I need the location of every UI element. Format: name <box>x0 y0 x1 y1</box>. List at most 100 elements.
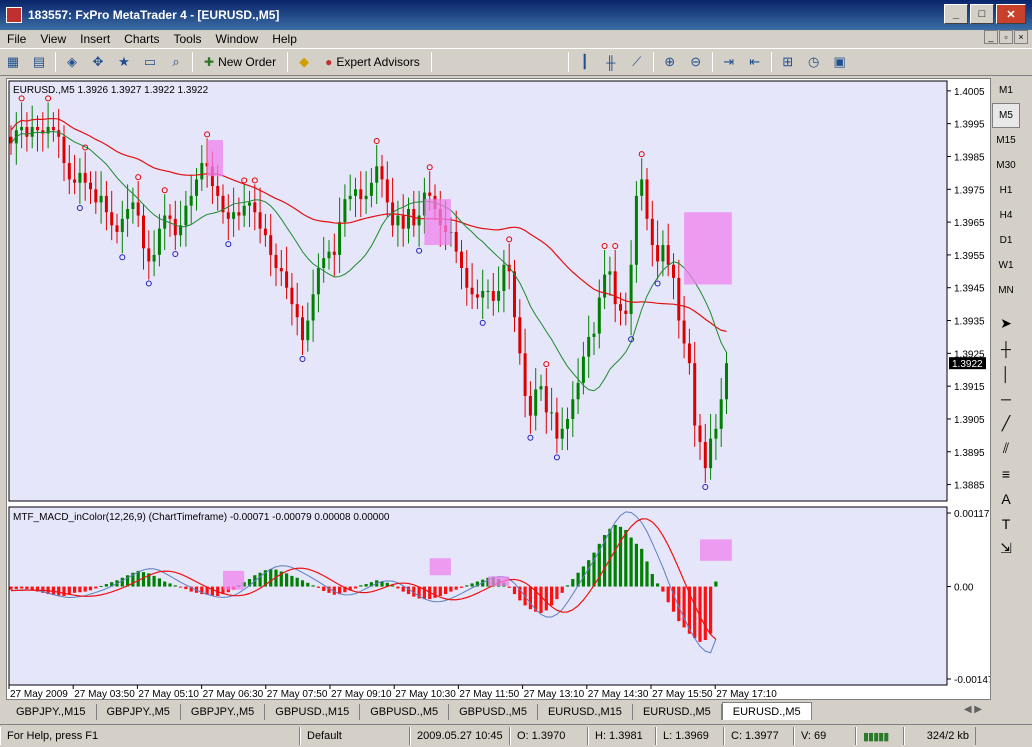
candle-body <box>454 231 458 252</box>
macd-histogram-bar <box>613 524 617 587</box>
timeframe-h1[interactable]: H1 <box>992 178 1020 203</box>
arrows-icon[interactable]: ⇲ <box>992 536 1020 561</box>
status-bar: For Help, press F1 Default 2009.05.27 10… <box>0 724 1032 747</box>
templates-icon[interactable]: ▣ <box>829 51 851 73</box>
candle-body <box>698 425 702 442</box>
macd-histogram-bar <box>295 577 299 587</box>
status-close: C: 1.3977 <box>724 727 794 745</box>
chart-tab[interactable]: GBPUSD.,M15 <box>265 704 361 720</box>
timeframe-mn[interactable]: MN <box>992 278 1020 303</box>
candle-body <box>650 218 654 246</box>
bar-chart-icon[interactable]: ┃ <box>574 51 596 73</box>
time-tick-label: 27 May 03:50 <box>74 689 135 699</box>
macd-histogram-bar <box>666 586 670 603</box>
status-volume: V: 69 <box>794 727 856 745</box>
candle-body <box>682 320 686 344</box>
indicator-highlight-box <box>429 558 451 576</box>
chart-tab[interactable]: GBPUSD.,M5 <box>360 704 450 720</box>
timeframe-d1[interactable]: D1 <box>992 228 1020 253</box>
macd-histogram-bar <box>120 577 124 587</box>
macd-histogram-bar <box>179 586 183 588</box>
mdi-close-button[interactable]: × <box>1014 30 1028 44</box>
menu-file[interactable]: File <box>0 32 33 46</box>
candle-body <box>263 228 267 236</box>
timeframe-m5[interactable]: M5 <box>992 103 1020 128</box>
autoscroll-icon[interactable]: ⇥ <box>718 51 740 73</box>
timeframe-h4[interactable]: H4 <box>992 203 1020 228</box>
timeframe-w1[interactable]: W1 <box>992 253 1020 278</box>
strategy-tester-icon[interactable]: ⌕ <box>165 51 187 73</box>
timeframe-m15[interactable]: M15 <box>992 128 1020 153</box>
candlestick-icon[interactable]: ╫ <box>600 51 622 73</box>
candle-body <box>534 389 538 416</box>
title-bar: 183557: FxPro MetaTrader 4 - [EURUSD.,M5… <box>0 0 1032 30</box>
candle-body <box>94 189 98 203</box>
indicator-highlight-box <box>488 576 510 586</box>
timeframe-m1[interactable]: M1 <box>992 78 1020 103</box>
chart-tab[interactable]: EURUSD.,M15 <box>538 704 633 720</box>
minimize-button[interactable]: _ <box>944 4 968 24</box>
chart-shift-icon[interactable]: ⇤ <box>744 51 766 73</box>
price-tick-label: 1.4005 <box>954 87 985 98</box>
line-chart-icon[interactable]: ⟋ <box>626 51 648 73</box>
new-chart-icon[interactable]: ▦ <box>2 51 24 73</box>
profiles-icon[interactable]: ▤ <box>28 51 50 73</box>
macd-histogram-bar <box>465 585 469 587</box>
candle-body <box>513 271 516 318</box>
text-label-icon[interactable]: T <box>992 511 1020 536</box>
mdi-restore-button[interactable]: ▫ <box>999 30 1013 44</box>
expert-advisors-button[interactable]: ● Expert Advisors <box>319 51 426 73</box>
data-window-icon[interactable]: ✥ <box>87 51 109 73</box>
periods-icon[interactable]: ◷ <box>803 51 825 73</box>
price-chart[interactable]: 1.4005 1.3995 1.3985 1.3975 1.3965 1.3955 1.39… <box>7 79 990 699</box>
zoom-out-icon[interactable]: ⊖ <box>685 51 707 73</box>
timeframe-m30[interactable]: M30 <box>992 153 1020 178</box>
trendline-icon[interactable]: ╱ <box>992 411 1020 436</box>
status-profile: Default <box>300 727 410 745</box>
macd-histogram-bar <box>438 586 442 596</box>
macd-histogram-bar <box>587 560 591 587</box>
candle-body <box>36 126 39 131</box>
candle-body <box>78 172 82 183</box>
indicators-icon[interactable]: ⊞ <box>777 51 799 73</box>
chart-tab[interactable]: EURUSD.,M5 <box>633 704 722 720</box>
menu-window[interactable]: Window <box>209 32 266 46</box>
chart-tab[interactable]: GBPJPY.,M5 <box>97 704 181 720</box>
candle-body <box>661 245 665 262</box>
chart-tab[interactable]: GBPJPY.,M5 <box>181 704 266 720</box>
equidistant-channel-icon[interactable]: ⫽ <box>992 436 1020 461</box>
horizontal-line-icon[interactable]: ─ <box>992 386 1020 411</box>
candle-body <box>311 294 315 321</box>
navigator-icon[interactable]: ★ <box>113 51 135 73</box>
vertical-scrollbar[interactable] <box>1020 78 1032 700</box>
vertical-line-icon[interactable]: │ <box>992 361 1020 386</box>
text-icon[interactable]: A <box>992 486 1020 511</box>
macd-histogram-bar <box>661 586 665 592</box>
close-button[interactable]: ✕ <box>996 4 1026 24</box>
chart-tab-active[interactable]: EURUSD.,M5 <box>721 702 812 720</box>
menu-charts[interactable]: Charts <box>117 32 166 46</box>
crosshair-icon[interactable]: ┼ <box>992 336 1020 361</box>
macd-histogram-bar <box>634 543 638 587</box>
macd-histogram-bar <box>141 572 146 587</box>
menu-insert[interactable]: Insert <box>73 32 117 46</box>
zoom-in-icon[interactable]: ⊕ <box>659 51 681 73</box>
new-order-button[interactable]: ✚ New Order <box>198 51 282 73</box>
menu-help[interactable]: Help <box>265 32 304 46</box>
chart-window[interactable]: 1.4005 1.3995 1.3985 1.3975 1.3965 1.3955 1.39… <box>6 78 991 700</box>
terminal-icon[interactable]: ▭ <box>139 51 161 73</box>
candle-body <box>216 186 220 196</box>
metaeditor-icon[interactable]: ◆ <box>293 51 315 73</box>
tab-scroll-arrows[interactable]: ◀ ▶ <box>964 704 982 715</box>
candle-body <box>189 195 193 206</box>
maximize-button[interactable]: □ <box>970 4 994 24</box>
fibonacci-icon[interactable]: ≡ <box>992 461 1020 486</box>
mdi-minimize-button[interactable]: _ <box>984 30 998 44</box>
menu-view[interactable]: View <box>33 32 73 46</box>
market-watch-icon[interactable]: ◈ <box>61 51 83 73</box>
candle-body <box>486 291 490 292</box>
cursor-icon[interactable]: ➤ <box>992 311 1020 336</box>
menu-tools[interactable]: Tools <box>167 32 209 46</box>
chart-tab[interactable]: GBPJPY.,M15 <box>6 704 97 720</box>
chart-tab[interactable]: GBPUSD.,M5 <box>449 704 538 720</box>
